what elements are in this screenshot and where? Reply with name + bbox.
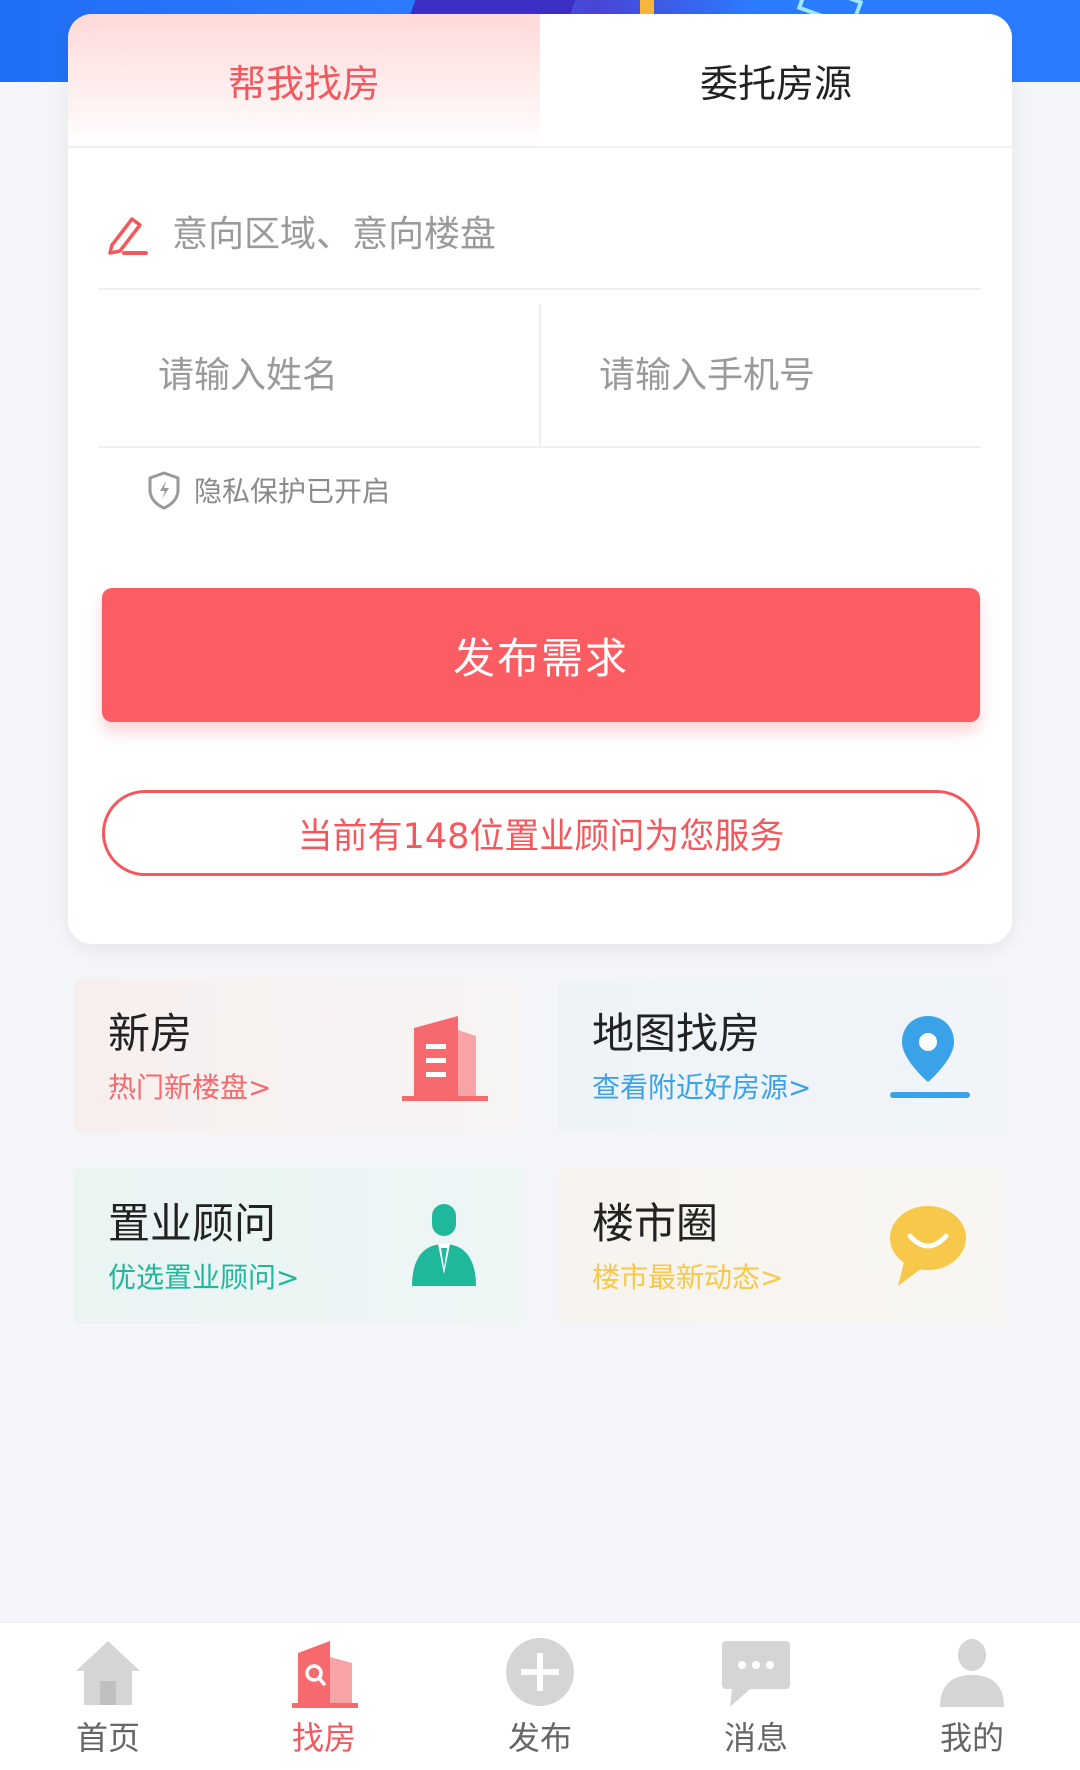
tabbar-item-home[interactable]: 首页 [0,1623,216,1770]
tabbar-label: 发布 [507,1719,572,1757]
region-field [98,180,980,290]
find-house-icon [292,1641,358,1708]
privacy-notice: 隐私保护已开启 [146,470,390,510]
phone-input[interactable] [599,354,939,396]
tabbar-item-mine[interactable]: 我的 [864,1623,1080,1770]
tabbar-label: 首页 [75,1719,140,1757]
advisor-count-button[interactable]: 当前有148位置业顾问为您服务 [102,790,980,876]
privacy-text: 隐私保护已开启 [194,475,391,508]
tabbar-item-publish[interactable]: 发布 [432,1623,648,1770]
tab-entrust-listing[interactable]: 委托房源 [540,14,1012,146]
advisor-icon [412,1204,476,1286]
message-icon [722,1641,790,1707]
home-icon [76,1641,140,1705]
card-tabs: 帮我找房 委托房源 [68,14,1012,148]
bottom-tabbar: 首页 找房 发布 消息 我的 [0,1622,1080,1770]
tabbar-item-messages[interactable]: 消息 [648,1623,864,1770]
pen-icon [108,217,148,255]
find-house-card: 帮我找房 委托房源 隐私保护已开启 发布需求 当前有148位置业顾问为您服务 [68,14,1012,944]
plus-circle-icon [506,1638,574,1706]
contact-fields [98,304,980,448]
chat-bubble-icon [890,1206,966,1286]
grid-item-new-house[interactable]: 新房 热门新楼盘> [74,978,522,1134]
name-field-wrap [98,304,541,446]
tab-help-find-house[interactable]: 帮我找房 [68,14,540,146]
grid-item-map-search[interactable]: 地图找房 查看附近好房源> [558,978,1006,1134]
publish-request-button[interactable]: 发布需求 [102,588,980,722]
name-input[interactable] [158,354,498,396]
tabbar-label: 找房 [291,1719,356,1757]
grid-item-market-circle[interactable]: 楼市圈 楼市最新动态> [558,1168,1006,1324]
phone-field-wrap [541,304,980,446]
grid-item-advisor[interactable]: 置业顾问 优选置业顾问> [74,1168,522,1324]
tabbar-item-find-house[interactable]: 找房 [216,1623,432,1770]
map-pin-icon [890,1016,970,1098]
user-icon [940,1639,1004,1707]
shield-icon [148,471,180,510]
tabbar-label: 消息 [723,1719,788,1757]
region-input[interactable] [172,213,932,255]
tabbar-label: 我的 [939,1719,1004,1757]
building-icon [402,1016,488,1101]
